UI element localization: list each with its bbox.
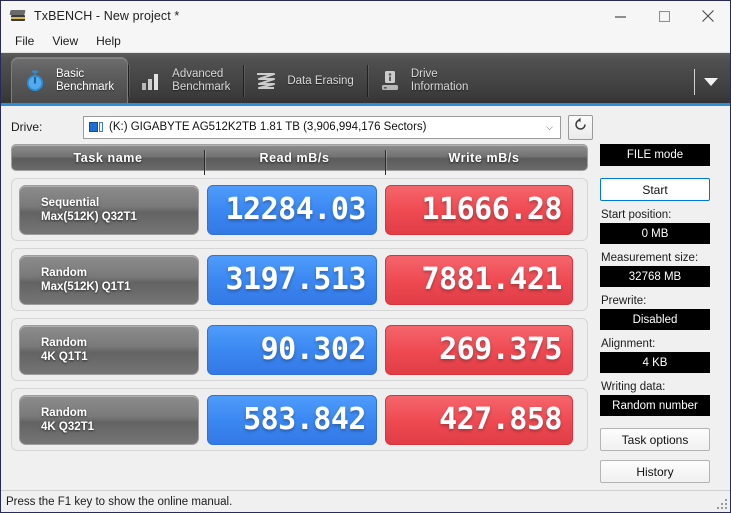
read-value: 583.842 — [207, 394, 377, 445]
drive-selector-row: Drive: (K:) GIGABYTE AG512K2TB 1.81 TB (… — [1, 110, 730, 144]
shredder-icon — [253, 68, 279, 94]
table-row: Random 4K Q32T1 583.842 427.858 — [11, 388, 588, 451]
minimize-icon[interactable] — [598, 1, 642, 31]
measurement-size-value[interactable]: 32768 MB — [600, 266, 710, 287]
task-options-button[interactable]: Task options — [600, 428, 710, 451]
drive-label: Drive: — [11, 120, 43, 134]
tab-basic-benchmark[interactable]: Basic Benchmark — [11, 57, 129, 103]
tab-drive-information[interactable]: Drive Information — [366, 59, 482, 103]
main-content: Task name Read mB/s Write mB/s Sequentia… — [1, 144, 730, 483]
prewrite-label: Prewrite: — [601, 295, 647, 307]
task-label: Random 4K Q1T1 — [41, 336, 88, 363]
tab-advanced-benchmark[interactable]: Advanced Benchmark — [128, 59, 243, 103]
txbench-app-icon — [9, 8, 26, 24]
write-value: 7881.421 — [385, 254, 573, 305]
drive-info-icon — [377, 68, 403, 94]
txbench-window: TxBENCH - New project * File View Help B… — [0, 0, 731, 513]
benchmark-header-row: Task name Read mB/s Write mB/s — [11, 144, 588, 175]
window-title: TxBENCH - New project * — [34, 9, 180, 23]
menu-item-help[interactable]: Help — [89, 32, 130, 51]
bar-chart-icon — [138, 68, 164, 94]
maximize-icon[interactable] — [642, 1, 686, 31]
table-row: Sequential Max(512K) Q32T1 12284.03 1166… — [11, 178, 588, 241]
task-button-sequential-max[interactable]: Sequential Max(512K) Q32T1 — [19, 184, 199, 235]
resize-grip-icon[interactable] — [716, 497, 728, 509]
tab-data-erasing[interactable]: Data Erasing — [243, 59, 366, 103]
write-value: 427.858 — [385, 394, 573, 445]
menu-bar: File View Help — [1, 31, 730, 53]
header-task-name: Task name — [73, 150, 143, 165]
window-controls — [598, 1, 730, 31]
disk-drive-icon — [89, 121, 104, 134]
history-button[interactable]: History — [600, 460, 710, 483]
tab-basic-benchmark-label: Basic Benchmark — [56, 67, 115, 93]
drive-select[interactable]: (K:) GIGABYTE AG512K2TB 1.81 TB (3,906,9… — [83, 115, 561, 139]
chevron-down-icon[interactable]: ⌵ — [541, 122, 558, 133]
menu-item-file[interactable]: File — [8, 32, 43, 51]
writing-data-value[interactable]: Random number — [600, 395, 710, 416]
prewrite-value[interactable]: Disabled — [600, 309, 710, 330]
stopwatch-icon — [22, 68, 48, 94]
drive-selected-value: (K:) GIGABYTE AG512K2TB 1.81 TB (3,906,9… — [109, 121, 427, 133]
start-button[interactable]: Start — [600, 178, 710, 201]
task-button-random-max[interactable]: Random Max(512K) Q1T1 — [19, 254, 199, 305]
tab-strip: Basic Benchmark Advanced Benchmark Data … — [1, 53, 730, 106]
menu-item-view[interactable]: View — [45, 32, 87, 51]
read-value: 3197.513 — [207, 254, 377, 305]
alignment-label: Alignment: — [601, 338, 656, 350]
measurement-size-label: Measurement size: — [601, 252, 699, 264]
settings-panel: FILE mode Start Start position: 0 MB Mea… — [588, 144, 720, 483]
write-value: 11666.28 — [385, 184, 573, 235]
write-value: 269.375 — [385, 324, 573, 375]
close-icon[interactable] — [686, 1, 730, 31]
header-write-speed: Write mB/s — [385, 149, 583, 175]
tab-data-erasing-label: Data Erasing — [287, 74, 354, 87]
start-position-label: Start position: — [601, 209, 672, 221]
status-text: Press the F1 key to show the online manu… — [6, 495, 233, 508]
task-button-random-4k-q32t1[interactable]: Random 4K Q32T1 — [19, 394, 199, 445]
refresh-button[interactable] — [568, 114, 593, 140]
task-button-random-4k-q1t1[interactable]: Random 4K Q1T1 — [19, 324, 199, 375]
tab-drive-information-label: Drive Information — [410, 68, 469, 93]
writing-data-label: Writing data: — [601, 381, 666, 393]
header-read-speed: Read mB/s — [204, 149, 385, 175]
alignment-value[interactable]: 4 KB — [600, 352, 710, 373]
start-position-value[interactable]: 0 MB — [600, 223, 710, 244]
title-bar: TxBENCH - New project * — [1, 1, 730, 31]
task-label: Random Max(512K) Q1T1 — [41, 266, 131, 293]
task-label: Sequential Max(512K) Q32T1 — [41, 196, 137, 223]
table-row: Random 4K Q1T1 90.302 269.375 — [11, 318, 588, 381]
benchmark-table: Task name Read mB/s Write mB/s Sequentia… — [11, 144, 588, 483]
read-value: 90.302 — [207, 324, 377, 375]
tab-advanced-benchmark-label: Advanced Benchmark — [172, 68, 231, 93]
file-mode-button[interactable]: FILE mode — [600, 144, 710, 166]
chevron-down-icon[interactable] — [694, 69, 722, 95]
status-bar: Press the F1 key to show the online manu… — [1, 490, 730, 512]
table-row: Random Max(512K) Q1T1 3197.513 7881.421 — [11, 248, 588, 311]
read-value: 12284.03 — [207, 184, 377, 235]
refresh-icon — [573, 117, 588, 137]
task-label: Random 4K Q32T1 — [41, 406, 95, 433]
